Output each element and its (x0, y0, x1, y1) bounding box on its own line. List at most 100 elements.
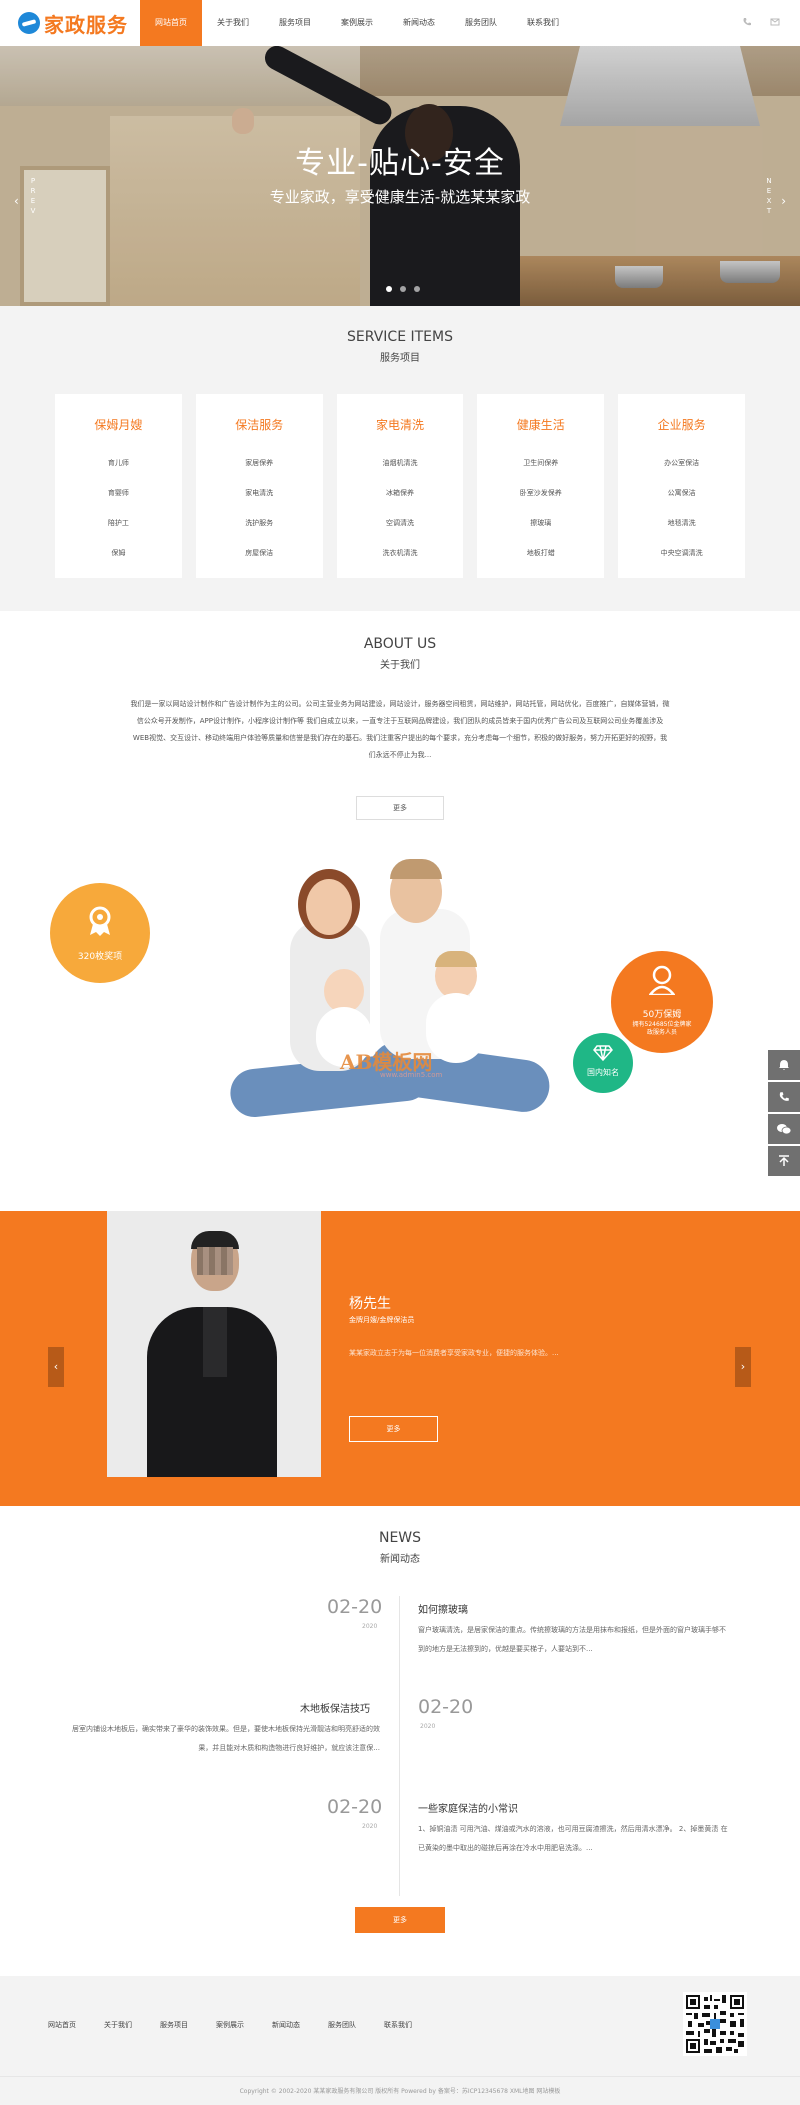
awards-badge: 320枚奖项 (50, 883, 150, 983)
footer-link[interactable]: 服务团队 (328, 2020, 356, 2030)
service-link[interactable]: 房屋保洁 (196, 548, 323, 558)
chevron-left-icon: ‹ (14, 194, 19, 208)
banner-next-label: NEXT (766, 177, 772, 215)
service-link[interactable]: 洗护服务 (196, 518, 323, 528)
service-link[interactable]: 家居保养 (196, 458, 323, 468)
news-title-zh: 新闻动态 (380, 1554, 420, 1565)
nav-item-contact[interactable]: 联系我们 (512, 0, 574, 46)
awards-badge-label: 320枚奖项 (77, 952, 123, 962)
phone-icon[interactable] (768, 1082, 800, 1112)
team-prev-button[interactable]: ‹ (48, 1347, 64, 1387)
side-toolbar (768, 1050, 800, 1178)
banner-next-button[interactable]: › NEXT (758, 176, 792, 236)
banner-prev-button[interactable]: ‹ PREV (8, 176, 42, 236)
news-title[interactable]: 一些家庭保洁的小常识 (418, 1800, 518, 1815)
service-link[interactable]: 洗衣机清洗 (337, 548, 464, 558)
service-card-title[interactable]: 企业服务 (618, 416, 745, 433)
service-link[interactable]: 地板打蜡 (477, 548, 604, 558)
service-link[interactable]: 育婴师 (55, 488, 182, 498)
news-more-button[interactable]: 更多 (355, 1907, 445, 1933)
service-card-title[interactable]: 健康生活 (477, 416, 604, 433)
footer-link[interactable]: 新闻动态 (272, 2020, 300, 2030)
service-card: 企业服务 办公室保洁 公寓保洁 地毯清洗 中央空调清洗 (618, 394, 745, 578)
banner-prev-label: PREV (30, 177, 36, 215)
banner-dots (386, 286, 420, 292)
nav-item-team[interactable]: 服务团队 (450, 0, 512, 46)
family-child-body (426, 993, 486, 1063)
team-next-button[interactable]: › (735, 1347, 751, 1387)
footer-copyright: Copyright © 2002-2020 某某家政服务有限公司 版权所有 Po… (239, 2088, 561, 2095)
footer-link[interactable]: 关于我们 (104, 2020, 132, 2030)
mail-icon[interactable] (770, 17, 780, 27)
family-father-hair (390, 859, 442, 879)
service-card-title[interactable]: 保洁服务 (196, 416, 323, 433)
news-title-en: NEWS (378, 1530, 422, 1546)
news-date: 02-20 (327, 1596, 383, 1618)
nav-item-home[interactable]: 网站首页 (140, 0, 202, 46)
family-mother-face (306, 879, 352, 935)
service-link[interactable]: 地毯清洗 (618, 518, 745, 528)
about-title-en: ABOUT US (363, 636, 437, 652)
logo-text: 家政服务 (44, 12, 128, 37)
team-member-role: 金牌月嫂/金牌保洁员 (349, 1316, 415, 1324)
qr-code (683, 1992, 747, 2056)
service-link[interactable]: 冰箱保养 (337, 488, 464, 498)
nav-item-about[interactable]: 关于我们 (202, 0, 264, 46)
service-link[interactable]: 保姆 (55, 548, 182, 558)
news-desc: 居室内铺设木地板后，确实带来了豪华的装饰效果。但是，要使木地板保持光滑靓洁和明亮… (72, 1725, 380, 1752)
about-text: 我们是一家以网站设计制作和广告设计制作为主的公司。公司主营业务为网站建设，网站设… (130, 700, 670, 759)
service-link[interactable]: 空调清洗 (337, 518, 464, 528)
famous-badge: 国内知名 (573, 1033, 633, 1093)
service-card-title[interactable]: 家电清洗 (337, 416, 464, 433)
team-section: 杨先生 金牌月嫂/金牌保洁员 某某家政立志于为每一位消费者享受家政专业，便捷的服… (0, 1211, 800, 1506)
services-section: SERVICE ITEMS 服务项目 保姆月嫂 育儿师 育婴师 陪护工 保姆 保… (0, 306, 800, 611)
about-section: ABOUT US 关于我们 我们是一家以网站设计制作和广告设计制作为主的公司。公… (0, 611, 800, 1211)
news-timeline (399, 1596, 400, 1896)
bell-icon[interactable] (768, 1050, 800, 1080)
service-link[interactable]: 卫生间保养 (477, 458, 604, 468)
hero-banner: 专业-贴心-安全 专业家政，享受健康生活-就选某某家政 ‹ PREV › NEX… (0, 46, 800, 306)
nav-item-cases[interactable]: 案例展示 (326, 0, 388, 46)
service-link[interactable]: 育儿师 (55, 458, 182, 468)
nanny-badge-desc: 拥有524685位金牌家政服务人员 (632, 1021, 692, 1036)
news-section: NEWS 新闻动态 02-20 2020 如何擦玻璃 窗户玻璃清洗，是居家保洁的… (0, 1506, 800, 1976)
chevron-right-icon: › (781, 194, 786, 208)
main-nav: 网站首页 关于我们 服务项目 案例展示 新闻动态 服务团队 联系我们 (140, 0, 574, 46)
service-link[interactable]: 陪护工 (55, 518, 182, 528)
service-card-title[interactable]: 保姆月嫂 (55, 416, 182, 433)
footer-link[interactable]: 服务项目 (160, 2020, 188, 2030)
footer-divider (0, 2076, 800, 2077)
team-more-button[interactable]: 更多 (349, 1416, 438, 1442)
service-link[interactable]: 油烟机清洗 (337, 458, 464, 468)
nav-item-services[interactable]: 服务项目 (264, 0, 326, 46)
logo[interactable]: 家政服务 (18, 8, 128, 38)
news-year: 2020 (362, 1623, 378, 1630)
team-member-name: 杨先生 (349, 1296, 391, 1312)
service-link[interactable]: 卧室沙发保养 (477, 488, 604, 498)
wechat-icon[interactable] (768, 1114, 800, 1144)
service-link[interactable]: 公寓保洁 (618, 488, 745, 498)
photo-blur (197, 1247, 233, 1275)
back-to-top-icon[interactable] (768, 1146, 800, 1176)
news-title[interactable]: 如何擦玻璃 (418, 1601, 468, 1616)
footer-link[interactable]: 网站首页 (48, 2020, 76, 2030)
about-more-button[interactable]: 更多 (356, 796, 444, 820)
service-link[interactable]: 家电清洗 (196, 488, 323, 498)
logo-mark-icon (18, 12, 40, 34)
qr-code-icon (686, 1995, 744, 2053)
banner-dot[interactable] (400, 286, 406, 292)
footer-link[interactable]: 案例展示 (216, 2020, 244, 2030)
banner-dot[interactable] (386, 286, 392, 292)
banner-dot[interactable] (414, 286, 420, 292)
news-title[interactable]: 木地板保洁技巧 (300, 1700, 370, 1715)
team-member-photo (107, 1211, 321, 1477)
service-link[interactable]: 办公室保洁 (618, 458, 745, 468)
service-link[interactable]: 中央空调清洗 (618, 548, 745, 558)
footer-link[interactable]: 联系我们 (384, 2020, 412, 2030)
service-link[interactable]: 擦玻璃 (477, 518, 604, 528)
site-header: 家政服务 网站首页 关于我们 服务项目 案例展示 新闻动态 服务团队 联系我们 (0, 0, 800, 46)
footer-links: 网站首页 关于我们 服务项目 案例展示 新闻动态 服务团队 联系我们 (48, 2020, 440, 2030)
nav-item-news[interactable]: 新闻动态 (388, 0, 450, 46)
phone-icon[interactable] (742, 17, 752, 27)
diamond-icon (593, 1045, 613, 1061)
